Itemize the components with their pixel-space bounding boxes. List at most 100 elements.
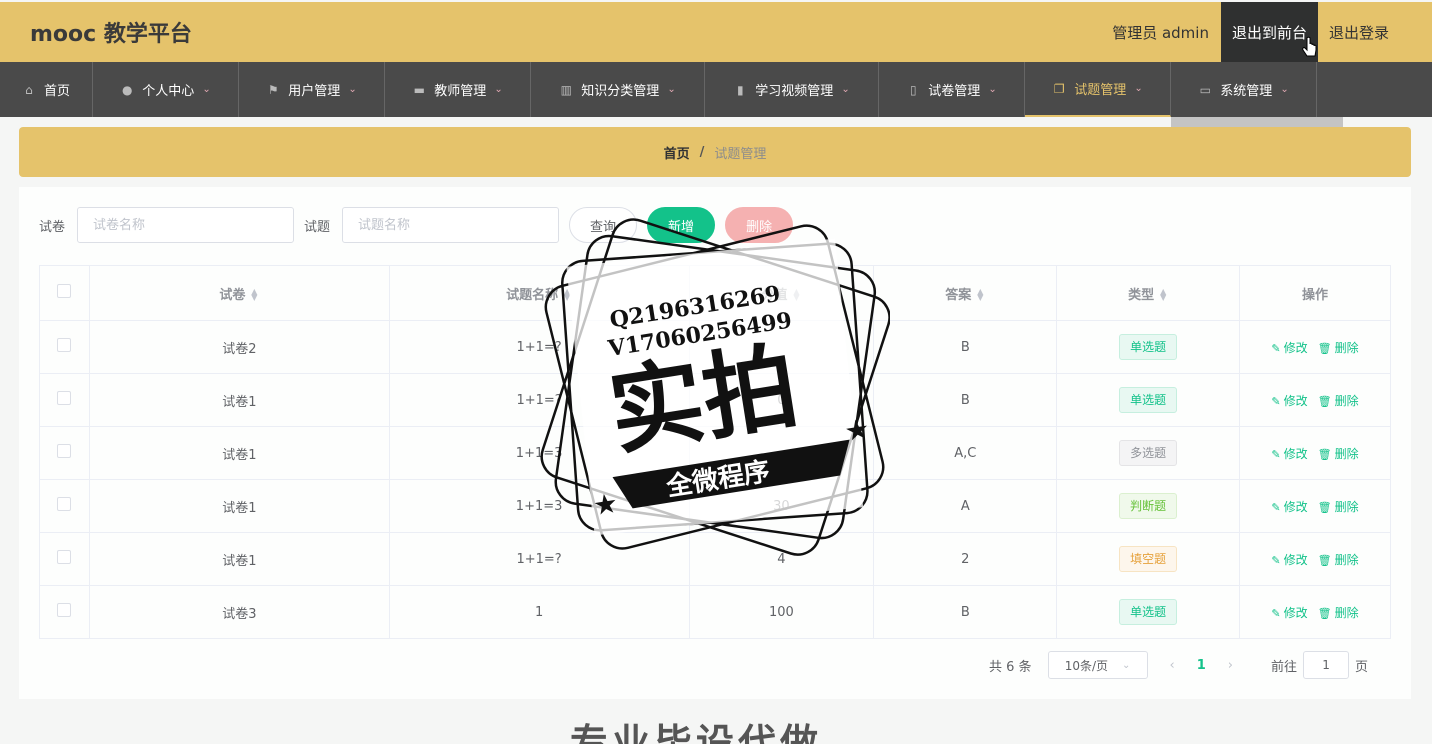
col-answer[interactable]: 答案 ▲ ▼ — [873, 265, 1058, 321]
brand-title: mooc 教学平台 — [30, 22, 192, 47]
edit-button[interactable]: ✎ 修改 — [1271, 447, 1307, 461]
current-user: 管理员 admin — [1112, 23, 1209, 42]
delete-button[interactable]: 🗑 删除 — [1318, 553, 1359, 567]
nav-item-label: 教师管理 — [434, 84, 487, 99]
system-icon: ▭ — [1199, 82, 1211, 97]
col-type[interactable]: 类型 ▲ ▼ — [1056, 265, 1241, 321]
row-checkbox[interactable] — [57, 338, 72, 352]
trash-icon: 🗑 — [1317, 394, 1332, 408]
trash-icon: 🗑 — [1317, 553, 1332, 567]
row-checkbox[interactable] — [57, 550, 72, 564]
question-name-input[interactable] — [342, 207, 560, 243]
row-checkbox[interactable] — [57, 497, 72, 511]
row-checkbox[interactable] — [57, 603, 72, 617]
next-page-icon[interactable]: › — [1228, 658, 1233, 673]
row-select-cell — [39, 532, 90, 586]
nav-item-2[interactable]: ⚑ 用户管理 ⌄ — [239, 62, 385, 117]
chevron-down-icon: ⌄ — [348, 84, 357, 95]
chevron-down-icon: ⌄ — [841, 84, 850, 95]
trash-icon: 🗑 — [1317, 447, 1332, 461]
category-icon: ▥ — [560, 82, 572, 97]
cell-paper: 试卷3 — [88, 585, 390, 639]
trash-icon: 🗑 — [1317, 341, 1332, 355]
edit-button[interactable]: ✎ 修改 — [1271, 500, 1307, 514]
delete-button[interactable]: 🗑 删除 — [1318, 341, 1359, 355]
nav-item-3[interactable]: ▬ 教师管理 ⌄ — [385, 62, 531, 117]
pager-page-unit: 页 — [1355, 659, 1369, 675]
nav-item-label: 试卷管理 — [928, 84, 981, 99]
nav-item-label: 学习视频管理 — [755, 84, 834, 99]
edit-icon: ✎ — [1271, 341, 1281, 355]
home-icon: ⌂ — [25, 82, 33, 97]
delete-button[interactable]: 🗑 删除 — [1318, 447, 1359, 461]
type-tag: 多选题 — [1119, 440, 1178, 466]
edit-icon: ✎ — [1271, 500, 1281, 514]
goto-page-input[interactable]: 1 — [1303, 651, 1350, 679]
pagination: 共 6 条 10条/页 ⌄ ‹ 1 › 前往 1 页 — [989, 651, 1368, 679]
user-icon: ● — [122, 82, 133, 97]
cell-paper: 试卷1 — [88, 532, 390, 586]
row-select-cell — [39, 320, 90, 374]
nav-item-0[interactable]: ⌂ 首页 — [0, 62, 93, 117]
header-actions: 管理员 admin 退出到前台 退出登录 — [1112, 2, 1432, 62]
row-checkbox[interactable] — [57, 444, 72, 458]
edit-button[interactable]: ✎ 修改 — [1271, 606, 1307, 620]
star-icon: ★ — [844, 414, 870, 446]
cell-answer: A — [873, 479, 1058, 533]
sort-icon[interactable]: ▲▼ — [975, 288, 985, 302]
footer-banner-text: 专业毕设代做 — [570, 721, 823, 744]
logout-button[interactable]: 退出登录 — [1318, 2, 1400, 62]
paper-label: 试卷 — [39, 219, 66, 235]
nav-item-label: 用户管理 — [288, 84, 341, 99]
cell-paper: 试卷1 — [88, 426, 390, 480]
cell-answer: B — [873, 373, 1058, 427]
nav-item-1[interactable]: ● 个人中心 ⌄ — [93, 62, 239, 117]
col-actions: 操作 — [1239, 265, 1391, 321]
nav-item-8[interactable]: ▭ 系统管理 ⌄ — [1171, 62, 1317, 117]
chevron-down-icon: ⌄ — [1280, 84, 1289, 95]
type-tag: 填空题 — [1119, 546, 1178, 572]
delete-button[interactable]: 🗑 删除 — [1318, 500, 1359, 514]
cell-name: 1 — [388, 585, 690, 639]
edit-button[interactable]: ✎ 修改 — [1271, 341, 1307, 355]
main-nav: ⌂ 首页 ● 个人中心 ⌄ ⚑ 用户管理 ⌄ ▬ 教师管理 ⌄ ▥ 知识分类管理 ⌄ ▮ 学习视频管理 ⌄ ▯ 试卷… — [0, 62, 1432, 117]
nav-item-5[interactable]: ▮ 学习视频管理 ⌄ — [705, 62, 879, 117]
copy-icon: ❐ — [1053, 81, 1065, 96]
breadcrumb-home[interactable]: 首页 — [664, 143, 690, 162]
chevron-down-icon: ⌄ — [988, 84, 997, 95]
trash-icon: 🗑 — [1317, 500, 1332, 514]
nav-item-label: 试题管理 — [1074, 83, 1127, 98]
table-row: 试卷3 1 100 B 单选题 ✎ 修改 🗑 删除 — [39, 585, 1391, 639]
question-label: 试题 — [304, 219, 331, 235]
cell-actions: ✎ 修改 🗑 删除 — [1239, 320, 1391, 374]
col-paper[interactable]: 试卷 ▲ ▼ — [88, 265, 390, 321]
page-number-current[interactable]: 1 — [1197, 658, 1206, 673]
mouse-pointer-icon — [1302, 36, 1317, 57]
sort-icon[interactable]: ▲▼ — [249, 288, 259, 302]
nav-item-7[interactable]: ❐ 试题管理 ⌄ — [1025, 62, 1171, 117]
nav-item-6[interactable]: ▯ 试卷管理 ⌄ — [879, 62, 1025, 117]
edit-button[interactable]: ✎ 修改 — [1271, 394, 1307, 408]
delete-button[interactable]: 🗑 删除 — [1318, 394, 1359, 408]
cell-actions: ✎ 修改 🗑 删除 — [1239, 373, 1391, 427]
type-tag: 单选题 — [1119, 334, 1178, 360]
nav-item-4[interactable]: ▥ 知识分类管理 ⌄ — [531, 62, 705, 117]
delete-button[interactable]: 🗑 删除 — [1318, 606, 1359, 620]
watermark-stamp: Q2196316269 V17060256499 实拍 全微程序 ★ ★ — [540, 218, 890, 556]
edit-button[interactable]: ✎ 修改 — [1271, 553, 1307, 567]
row-select-cell — [39, 585, 90, 639]
paper-name-input[interactable] — [77, 207, 295, 243]
row-select-cell — [39, 479, 90, 533]
cell-type: 单选题 — [1056, 585, 1241, 639]
cell-type: 填空题 — [1056, 532, 1241, 586]
cell-answer: A,C — [873, 426, 1058, 480]
breadcrumb: 首页 / 试题管理 — [19, 127, 1411, 177]
select-all-checkbox[interactable] — [57, 284, 72, 298]
page-size-select[interactable]: 10条/页 ⌄ — [1047, 651, 1148, 679]
nav-item-label: 知识分类管理 — [581, 84, 660, 99]
row-checkbox[interactable] — [57, 391, 72, 405]
prev-page-icon[interactable]: ‹ — [1170, 658, 1175, 673]
edit-icon: ✎ — [1271, 394, 1281, 408]
chevron-down-icon: ⌄ — [1122, 659, 1131, 671]
sort-icon[interactable]: ▲▼ — [1158, 288, 1168, 302]
